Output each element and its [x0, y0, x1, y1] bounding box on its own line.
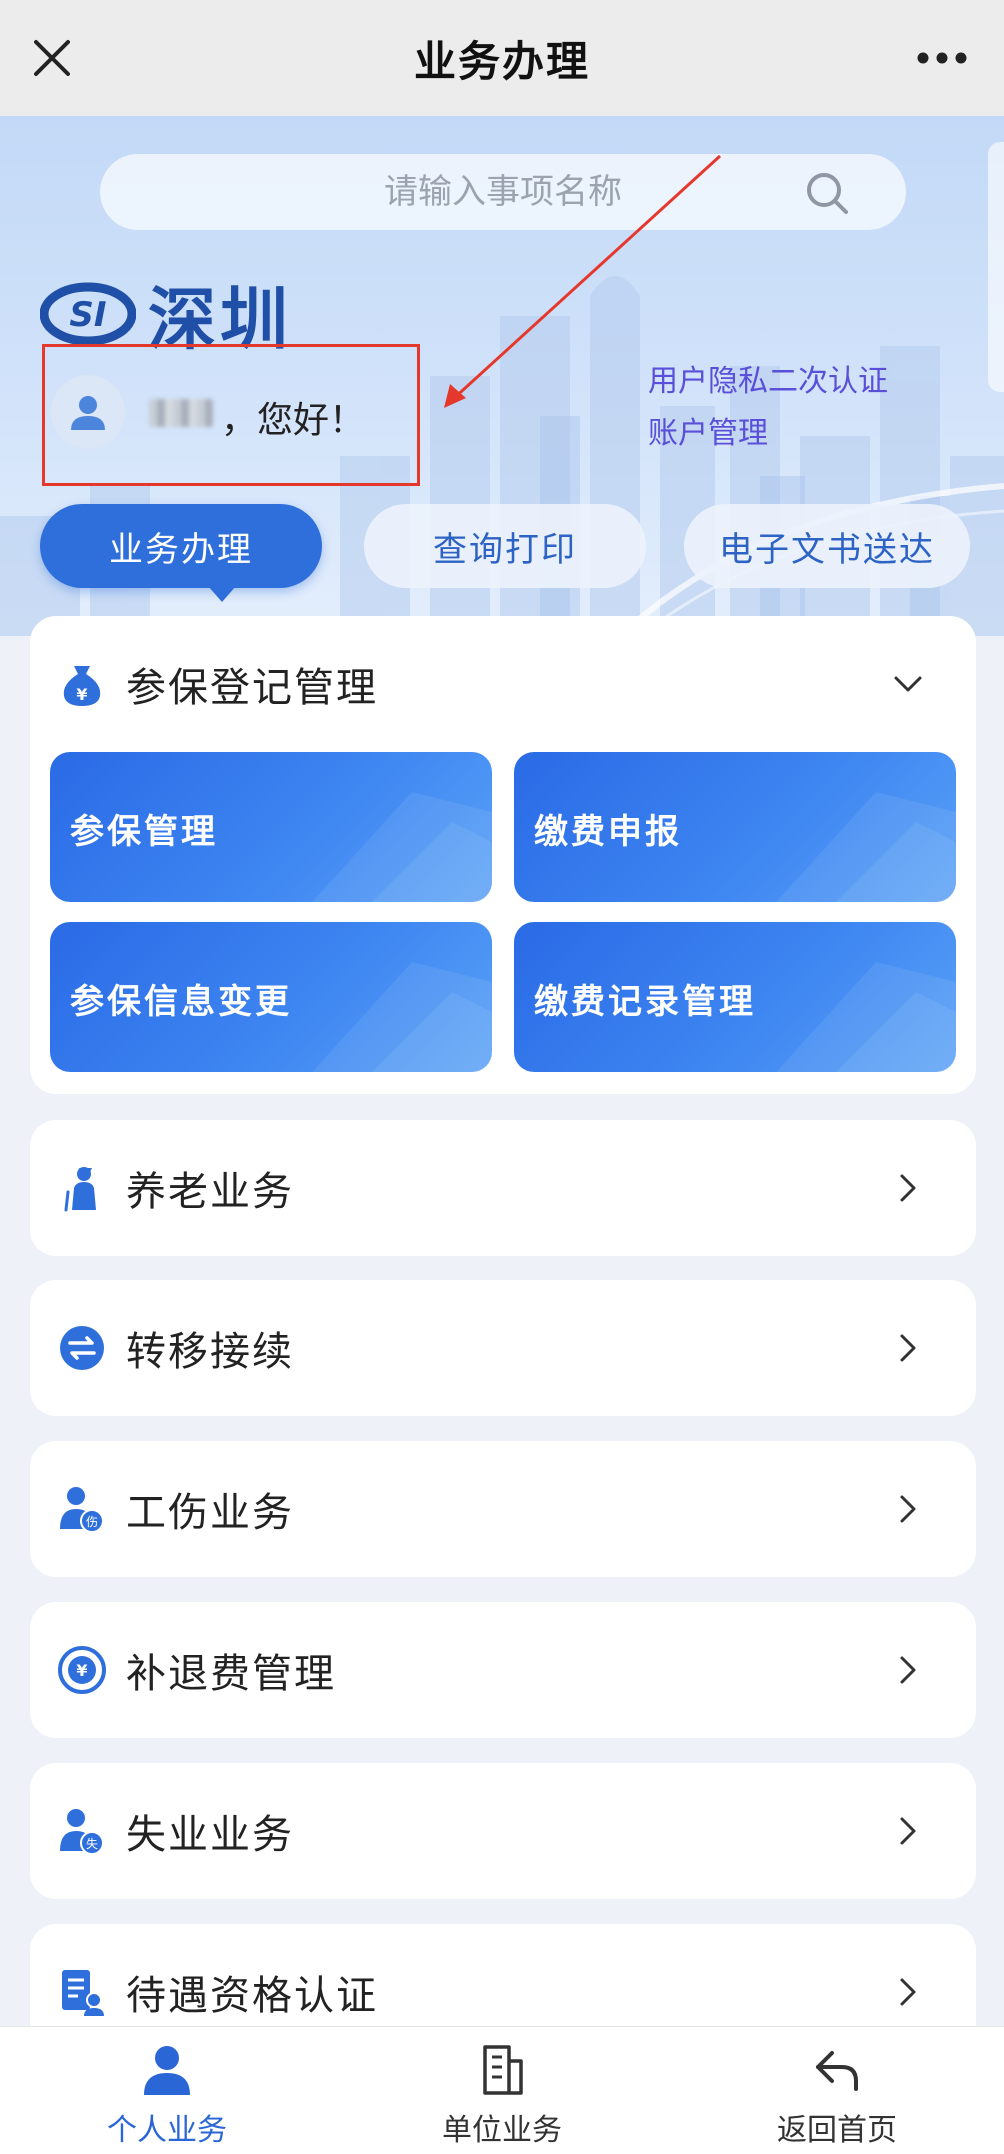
- section-unemployment[interactable]: 失 失业业务: [30, 1763, 976, 1899]
- section-transfer[interactable]: 转移接续: [30, 1280, 976, 1416]
- tile-decoration: [776, 792, 956, 902]
- search-bar[interactable]: [100, 154, 906, 230]
- svg-text:SI: SI: [69, 295, 106, 335]
- header-links: 用户隐私二次认证 账户管理: [648, 356, 888, 460]
- section-title: 转移接续: [126, 1329, 294, 1375]
- registration-section: ¥ 参保登记管理 参保管理 缴费申报 参保信息变更 缴费记录管理: [30, 616, 976, 1094]
- tile-enrollment-info-change[interactable]: 参保信息变更: [50, 922, 492, 1072]
- nav-personal-business[interactable]: 个人业务: [0, 2027, 334, 2154]
- chevron-down-icon[interactable]: [890, 666, 926, 702]
- return-arrow-icon: [816, 2051, 858, 2091]
- header-banner: SI 深圳 ，您好！ 用户隐私二次认证 账户管理 业务办理 查询打印 电子文书送…: [0, 116, 1004, 636]
- greeting-text: ，您好！: [221, 400, 366, 441]
- section-title: 失业业务: [126, 1812, 294, 1858]
- section-transfer-header[interactable]: 转移接续: [30, 1280, 976, 1416]
- section-title: 养老业务: [126, 1169, 294, 1215]
- section-refund-header[interactable]: ¥ 补退费管理: [30, 1602, 976, 1738]
- chevron-right-icon: [900, 1817, 916, 1845]
- active-tab-pointer: [208, 586, 236, 602]
- nav-label: 个人业务: [107, 2113, 227, 2148]
- registration-section-header[interactable]: ¥ 参保登记管理: [30, 616, 976, 752]
- avatar[interactable]: [51, 375, 125, 449]
- registration-section-title: 参保登记管理: [126, 665, 378, 711]
- unemployment-icon: 失: [60, 1809, 104, 1855]
- tile-decoration: [312, 792, 492, 902]
- elderly-icon: [64, 1167, 96, 1212]
- building-document-icon: [483, 2045, 523, 2095]
- tile-payment-declare[interactable]: 缴费申报: [514, 752, 956, 902]
- qualification-icon: [62, 1970, 104, 2016]
- svg-text:失: 失: [86, 1836, 98, 1851]
- more-button[interactable]: [902, 28, 982, 88]
- section-title: 工伤业务: [126, 1490, 294, 1536]
- money-bag-icon: ¥: [63, 666, 101, 706]
- section-pension-header[interactable]: 养老业务: [30, 1120, 976, 1256]
- tab-e-document[interactable]: 电子文书送达: [684, 504, 970, 588]
- side-drawer-handle[interactable]: [988, 142, 1004, 392]
- tab-business[interactable]: 业务办理: [40, 504, 322, 588]
- close-button[interactable]: [22, 28, 82, 88]
- masked-username: [149, 399, 213, 427]
- transfer-icon: [60, 1326, 104, 1370]
- tile-label: 缴费申报: [534, 812, 682, 852]
- section-refund[interactable]: ¥ 补退费管理: [30, 1602, 976, 1738]
- chevron-right-icon: [900, 1334, 916, 1362]
- nav-return-home[interactable]: 返回首页: [670, 2027, 1004, 2154]
- si-emblem-icon: SI: [40, 282, 136, 345]
- search-input[interactable]: [203, 172, 803, 212]
- tile-label: 参保信息变更: [70, 982, 292, 1022]
- user-greeting-box: ，您好！: [42, 344, 420, 486]
- svg-text:伤: 伤: [86, 1515, 98, 1529]
- tile-enrollment-manage[interactable]: 参保管理: [50, 752, 492, 902]
- more-dots-icon: [917, 52, 967, 64]
- tile-label: 参保管理: [70, 812, 218, 852]
- category-tabs: 业务办理 查询打印 电子文书送达: [40, 504, 970, 602]
- top-bar: 业务办理: [0, 0, 1004, 116]
- svg-text:¥: ¥: [76, 1661, 87, 1680]
- tab-query-print[interactable]: 查询打印: [364, 504, 646, 588]
- chevron-right-icon: [900, 1656, 916, 1684]
- chevron-right-icon: [900, 1174, 916, 1202]
- tile-label: 缴费记录管理: [534, 982, 756, 1022]
- nav-label: 返回首页: [777, 2113, 897, 2148]
- nav-label: 单位业务: [442, 2113, 562, 2148]
- chevron-right-icon: [900, 1495, 916, 1523]
- section-unemployment-header[interactable]: 失 失业业务: [30, 1763, 976, 1899]
- bottom-nav: 个人业务 单位业务 返回首页: [0, 2026, 1004, 2154]
- section-work-injury[interactable]: 伤 工伤业务: [30, 1441, 976, 1577]
- work-injury-icon: 伤: [60, 1487, 104, 1533]
- refund-icon: ¥: [58, 1646, 106, 1694]
- privacy-auth-link[interactable]: 用户隐私二次认证: [648, 356, 888, 408]
- section-title: 待遇资格认证: [126, 1973, 378, 2019]
- page-title: 业务办理: [413, 36, 590, 86]
- svg-text:¥: ¥: [76, 685, 87, 704]
- person-icon: [144, 2046, 190, 2095]
- close-icon: [34, 40, 70, 76]
- user-avatar-icon: [71, 396, 105, 430]
- section-title: 补退费管理: [126, 1651, 336, 1697]
- section-pension[interactable]: 养老业务: [30, 1120, 976, 1256]
- section-work-injury-header[interactable]: 伤 工伤业务: [30, 1441, 976, 1577]
- nav-unit-business[interactable]: 单位业务: [335, 2027, 669, 2154]
- tile-payment-record-manage[interactable]: 缴费记录管理: [514, 922, 956, 1072]
- chevron-right-icon: [900, 1978, 916, 2006]
- search-icon[interactable]: [804, 170, 850, 216]
- account-manage-link[interactable]: 账户管理: [648, 408, 888, 460]
